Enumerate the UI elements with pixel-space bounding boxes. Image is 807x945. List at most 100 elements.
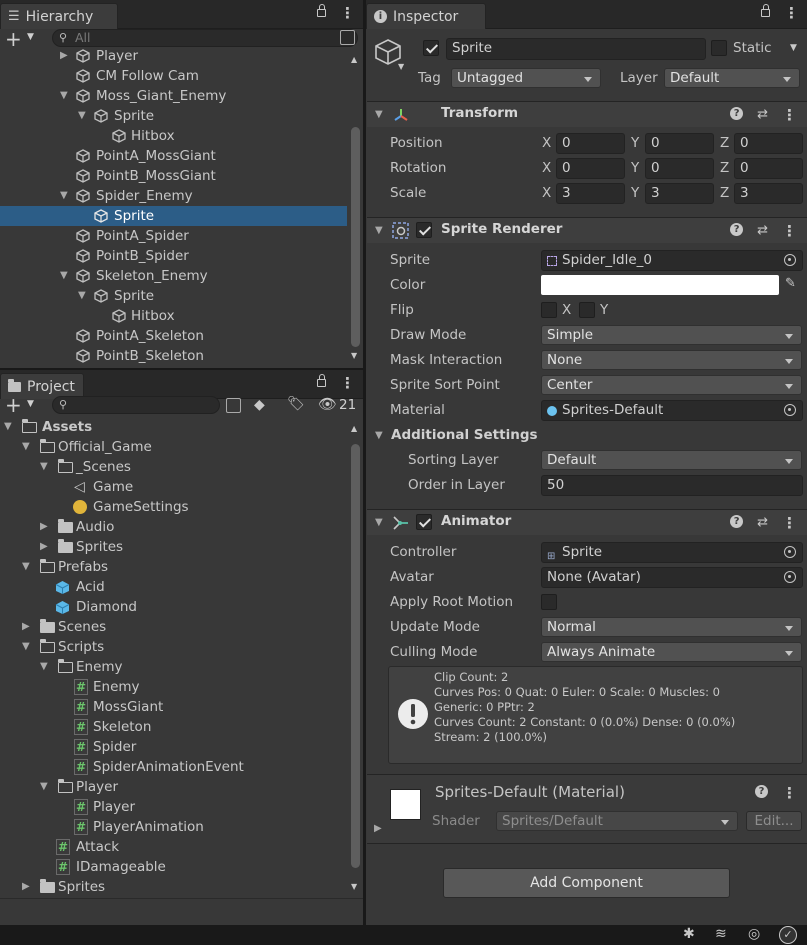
layers-icon[interactable]: ≋ [715,926,727,942]
more-menu-icon[interactable]: ⋮ [782,515,797,531]
sorting-layer-dropdown[interactable]: Default [541,450,802,470]
tree-row[interactable]: ▶ Sprites [0,877,347,897]
tree-row[interactable]: PointA_MossGiant [0,146,347,166]
scale-x-field[interactable]: 3 [556,183,625,204]
avatar-object-field[interactable]: None (Avatar) [541,567,803,588]
collapse-arrow-icon[interactable]: ▼ [22,437,32,457]
tree-row[interactable]: ◁ Game [0,477,347,497]
help-icon[interactable]: ? [755,785,768,798]
hierarchy-scrollbar[interactable]: ▲ ▼ [349,49,362,368]
shader-edit-button[interactable]: Edit... [746,811,802,831]
rotation-z-field[interactable]: 0 [734,158,803,179]
collapse-arrow-icon[interactable]: ▼ [375,517,383,528]
shader-dropdown[interactable]: Sprites/Default [496,811,738,831]
help-icon[interactable]: ? [730,515,744,528]
expand-arrow-icon[interactable]: ▶ [374,823,382,834]
transform-header[interactable]: ▼ Transform ? ⇄ ⋮ [367,101,807,127]
collapse-arrow-icon[interactable]: ▼ [375,225,383,236]
collapse-arrow-icon[interactable]: ▼ [78,286,88,306]
scene-search-icon[interactable] [226,398,241,413]
expand-arrow-icon[interactable]: ▶ [40,517,50,537]
hidden-packages-icon[interactable]: 👁 [318,395,337,413]
static-dropdown-icon[interactable]: ▼ [790,43,797,53]
filter-by-type-icon[interactable]: ◆ [254,397,265,413]
preset-icon[interactable]: ⇄ [757,515,768,531]
hierarchy-tab[interactable]: ☰ Hierarchy [0,3,118,29]
pane-divider[interactable] [363,0,366,925]
collapse-arrow-icon[interactable]: ▼ [40,657,50,677]
expand-arrow-icon[interactable]: ▶ [22,617,32,637]
collapse-arrow-icon[interactable]: ▼ [375,109,383,120]
preset-icon[interactable]: ⇄ [757,223,768,239]
project-scrollbar[interactable]: ▲ ▼ [349,418,362,898]
collapse-arrow-icon[interactable]: ▼ [22,557,32,577]
tree-row[interactable]: # Spider [0,737,347,757]
culling-mode-dropdown[interactable]: Always Animate [541,642,802,662]
tag-dropdown[interactable]: Untagged [451,68,601,88]
scroll-up-icon[interactable]: ▲ [351,55,357,64]
sprite-renderer-enabled-checkbox[interactable] [416,222,432,238]
scale-z-field[interactable]: 3 [734,183,803,204]
more-menu-icon[interactable]: ⋮ [340,375,355,391]
tree-row[interactable]: ▼ Player [0,777,347,797]
scene-search-icon[interactable] [340,30,355,45]
tree-row[interactable]: PointA_Skeleton [0,326,347,346]
tree-row[interactable]: ▼ Official_Game [0,437,347,457]
collapse-arrow-icon[interactable]: ▼ [375,430,383,441]
object-picker-icon[interactable] [784,546,796,558]
flip-y-checkbox[interactable] [579,302,595,318]
tree-row[interactable]: CM Follow Cam [0,66,347,86]
rotation-y-field[interactable]: 0 [645,158,714,179]
object-picker-icon[interactable] [784,571,796,583]
icon-dropdown-arrow-icon[interactable]: ▼ [398,62,404,71]
project-scroll-thumb[interactable] [351,444,360,868]
more-menu-icon[interactable]: ⋮ [782,785,797,801]
tree-row[interactable]: Acid [0,577,347,597]
sort-point-dropdown[interactable]: Center [541,375,802,395]
collapse-arrow-icon[interactable]: ▼ [4,418,14,437]
more-menu-icon[interactable]: ⋮ [784,5,799,21]
tree-row[interactable]: ▼ Moss_Giant_Enemy [0,86,347,106]
tree-row[interactable]: # MossGiant [0,697,347,717]
animator-enabled-checkbox[interactable] [416,514,432,530]
tree-row[interactable]: PointA_Spider [0,226,347,246]
scroll-down-icon[interactable]: ▼ [351,882,357,891]
position-x-field[interactable]: 0 [556,133,625,154]
sprite-object-field[interactable]: Spider_Idle_0 [541,250,803,271]
tree-row[interactable]: Hitbox [0,306,347,326]
position-y-field[interactable]: 0 [645,133,714,154]
update-mode-dropdown[interactable]: Normal [541,617,802,637]
collapse-arrow-icon[interactable]: ▼ [60,186,70,206]
tree-row[interactable]: # Skeleton [0,717,347,737]
expand-arrow-icon[interactable]: ▶ [60,49,70,66]
tree-row-selected[interactable]: Sprite [0,206,347,226]
tree-row[interactable]: ▶ Audio [0,517,347,537]
rotation-x-field[interactable]: 0 [556,158,625,179]
scale-y-field[interactable]: 3 [645,183,714,204]
bug-icon[interactable]: ✱ [683,926,695,942]
material-object-field[interactable]: Sprites-Default [541,400,803,421]
tree-row[interactable]: # PlayerAnimation [0,817,347,837]
tree-row[interactable]: GameSettings [0,497,347,517]
sprite-renderer-header[interactable]: ▼ Sprite Renderer ? ⇄ ⋮ [367,217,807,243]
collab-icon[interactable]: ◎ [748,926,760,942]
tree-row[interactable]: Diamond [0,597,347,617]
chevron-down-icon[interactable]: ▼ [27,32,34,42]
tree-row[interactable]: ▼ Prefabs [0,557,347,577]
lock-icon[interactable] [761,4,770,17]
collapse-arrow-icon[interactable]: ▼ [22,637,32,657]
collapse-arrow-icon[interactable]: ▼ [78,106,88,126]
collapse-arrow-icon[interactable]: ▼ [60,86,70,106]
help-icon[interactable]: ? [730,107,744,120]
more-menu-icon[interactable]: ⋮ [782,107,797,123]
collapse-arrow-icon[interactable]: ▼ [40,457,50,477]
tree-row[interactable]: # Player [0,797,347,817]
flip-x-checkbox[interactable] [541,302,557,318]
layer-dropdown[interactable]: Default [664,68,800,88]
inspector-tab[interactable]: i Inspector [366,3,486,29]
mask-interaction-dropdown[interactable]: None [541,350,802,370]
tree-row[interactable]: ▼ Skeleton_Enemy [0,266,347,286]
scroll-down-icon[interactable]: ▼ [351,351,357,360]
draw-mode-dropdown[interactable]: Simple [541,325,802,345]
position-z-field[interactable]: 0 [734,133,803,154]
